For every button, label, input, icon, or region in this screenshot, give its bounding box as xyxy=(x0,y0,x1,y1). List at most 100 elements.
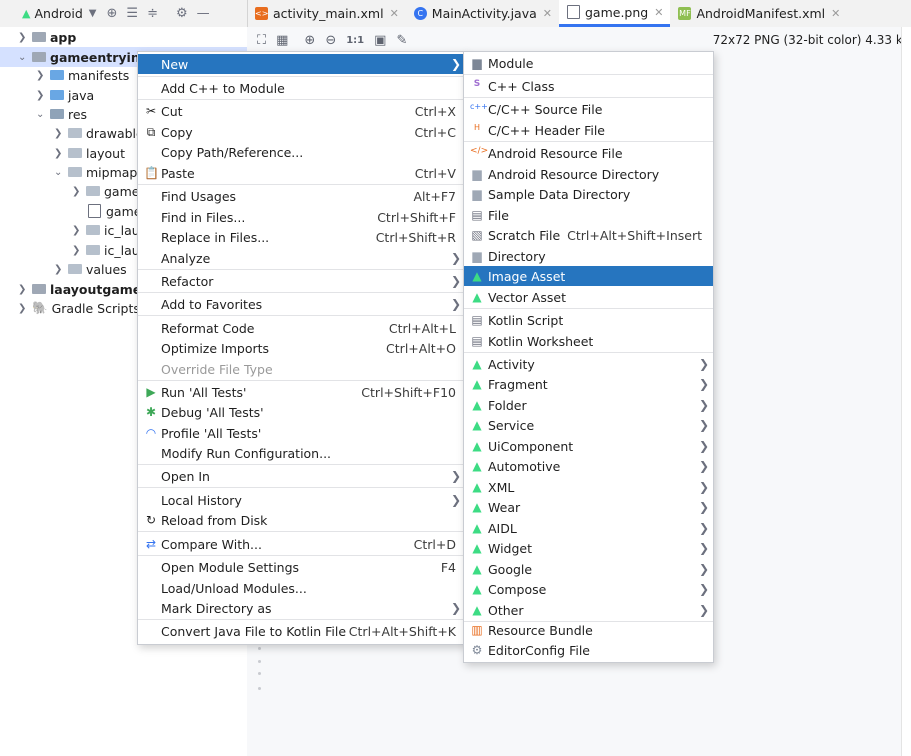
menu-item-load-unload-modules[interactable]: Load/Unload Modules... xyxy=(138,578,465,598)
chevron-right-icon[interactable]: ❯ xyxy=(54,128,66,139)
tree-item-ic-launcher[interactable]: ❯ ic_lau xyxy=(72,220,140,240)
submenu-item-cpp-class[interactable]: S C++ Class xyxy=(464,76,713,96)
submenu-item-aidl[interactable]: ▲ AIDL ❯ xyxy=(464,518,713,538)
chevron-right-icon[interactable]: ❯ xyxy=(72,225,84,236)
submenu-item-editorconfig[interactable]: ⚙ EditorConfig File xyxy=(464,640,713,660)
grid-icon[interactable]: ▦ xyxy=(276,33,288,48)
chevron-down-icon[interactable]: ⌄ xyxy=(36,109,48,120)
menu-item-convert-to-kotlin[interactable]: Convert Java File to Kotlin File Ctrl+Alt… xyxy=(138,621,465,641)
submenu-item-fragment[interactable]: ▲ Fragment ❯ xyxy=(464,374,713,394)
submenu-item-module[interactable]: ▆ Module xyxy=(464,53,713,73)
submenu-item-file[interactable]: ▤ File xyxy=(464,205,713,225)
menu-item-run-all-tests[interactable]: ▶ Run 'All Tests' Ctrl+Shift+F10 xyxy=(138,382,465,402)
submenu-item-google[interactable]: ▲ Google ❯ xyxy=(464,559,713,579)
tree-item-layout[interactable]: ❯ layout xyxy=(54,143,125,163)
submenu-item-kotlin-worksheet[interactable]: ▤ Kotlin Worksheet xyxy=(464,331,713,351)
tree-item-mipmap[interactable]: ⌄ mipmap xyxy=(54,162,137,182)
menu-item-optimize-imports[interactable]: Optimize Imports Ctrl+Alt+O xyxy=(138,338,465,358)
actual-size-icon[interactable]: 1:1 xyxy=(346,35,364,46)
menu-item-local-history[interactable]: Local History ❯ xyxy=(138,490,465,510)
submenu-item-android-resource-file[interactable]: </> Android Resource File xyxy=(464,143,713,163)
close-icon[interactable]: ✕ xyxy=(654,6,663,19)
submenu-item-service[interactable]: ▲ Service ❯ xyxy=(464,415,713,435)
menu-item-modify-run-config[interactable]: Modify Run Configuration... xyxy=(138,443,465,463)
tab-game-png[interactable]: game.png ✕ xyxy=(558,0,671,27)
submenu-item-resource-bundle[interactable]: ▥ Resource Bundle xyxy=(464,620,713,640)
menu-item-copy-path[interactable]: Copy Path/Reference... xyxy=(138,142,465,162)
tree-item-app[interactable]: ❯ app xyxy=(18,27,76,47)
menu-item-compare-with[interactable]: ⇄ Compare With... Ctrl+D xyxy=(138,534,465,554)
submenu-item-wear[interactable]: ▲ Wear ❯ xyxy=(464,497,713,517)
submenu-item-xml[interactable]: ▲ XML ❯ xyxy=(464,477,713,497)
minimize-icon[interactable]: — xyxy=(197,6,210,21)
menu-item-debug-all-tests[interactable]: ✱ Debug 'All Tests' xyxy=(138,402,465,422)
menu-item-find-usages[interactable]: Find Usages Alt+F7 xyxy=(138,186,465,206)
zoom-out-icon[interactable]: ⊖ xyxy=(325,33,336,48)
tree-item-drawable[interactable]: ❯ drawable xyxy=(54,123,144,143)
right-scrollbar[interactable] xyxy=(901,27,911,756)
chevron-right-icon[interactable]: ❯ xyxy=(54,148,66,159)
submenu-item-vector-asset[interactable]: ▲ Vector Asset xyxy=(464,287,713,307)
expand-icon[interactable]: ≑ xyxy=(147,6,158,21)
fit-icon[interactable]: ⛶ xyxy=(257,33,266,48)
menu-item-cut[interactable]: ✂ Cut Ctrl+X xyxy=(138,101,465,121)
submenu-item-sample-data-directory[interactable]: ▆ Sample Data Directory xyxy=(464,184,713,204)
menu-item-mark-directory[interactable]: Mark Directory as ❯ xyxy=(138,598,465,618)
submenu-item-folder[interactable]: ▲ Folder ❯ xyxy=(464,395,713,415)
close-icon[interactable]: ✕ xyxy=(831,7,840,20)
menu-item-open-in[interactable]: Open In ❯ xyxy=(138,466,465,486)
tab-activity-main-xml[interactable]: <> activity_main.xml ✕ xyxy=(247,0,406,27)
chessboard-icon[interactable]: ▣ xyxy=(374,33,386,48)
tree-item-game-file[interactable]: game xyxy=(86,201,141,221)
tree-item-laayoutgame[interactable]: ❯ laayoutgame xyxy=(18,279,141,299)
target-icon[interactable]: ⊕ xyxy=(107,6,118,21)
menu-item-module-settings[interactable]: Open Module Settings F4 xyxy=(138,557,465,577)
tab-main-activity-java[interactable]: C MainActivity.java ✕ xyxy=(406,0,559,27)
menu-item-add-to-favorites[interactable]: Add to Favorites ❯ xyxy=(138,294,465,314)
chevron-right-icon[interactable]: ❯ xyxy=(54,264,66,275)
tree-item-java[interactable]: ❯ java xyxy=(36,85,94,105)
submenu-item-activity[interactable]: ▲ Activity ❯ xyxy=(464,354,713,374)
chevron-right-icon[interactable]: ❯ xyxy=(18,284,30,295)
tree-item-gradle-scripts[interactable]: ❯ 🐘 Gradle Scripts xyxy=(18,298,140,318)
submenu-item-kotlin-script[interactable]: ▤ Kotlin Script xyxy=(464,310,713,330)
chevron-right-icon[interactable]: ❯ xyxy=(72,245,84,256)
collapse-icon[interactable]: ☰ xyxy=(126,6,138,21)
gear-icon[interactable]: ⚙ xyxy=(176,6,188,21)
menu-item-reload-from-disk[interactable]: ↻ Reload from Disk xyxy=(138,510,465,530)
menu-item-reformat-code[interactable]: Reformat Code Ctrl+Alt+L xyxy=(138,318,465,338)
submenu-item-uicomponent[interactable]: ▲ UiComponent ❯ xyxy=(464,436,713,456)
menu-item-analyze[interactable]: Analyze ❯ xyxy=(138,248,465,268)
submenu-item-scratch-file[interactable]: ▧ Scratch File Ctrl+Alt+Shift+Insert xyxy=(464,225,713,245)
chevron-right-icon[interactable]: ❯ xyxy=(72,186,84,197)
chevron-down-icon[interactable]: ⌄ xyxy=(54,167,66,178)
tree-item-ic-launcher-round[interactable]: ❯ ic_lau xyxy=(72,240,140,260)
submenu-item-other[interactable]: ▲ Other ❯ xyxy=(464,600,713,620)
zoom-in-icon[interactable]: ⊕ xyxy=(304,33,315,48)
project-view-selector[interactable]: ▲ Android ▼ xyxy=(22,6,97,21)
submenu-item-widget[interactable]: ▲ Widget ❯ xyxy=(464,538,713,558)
tree-item-game-folder[interactable]: ❯ game xyxy=(72,181,139,201)
menu-item-add-cpp[interactable]: Add C++ to Module xyxy=(138,78,465,98)
submenu-item-compose[interactable]: ▲ Compose ❯ xyxy=(464,579,713,599)
menu-item-replace-in-files[interactable]: Replace in Files... Ctrl+Shift+R xyxy=(138,227,465,247)
chevron-right-icon[interactable]: ❯ xyxy=(18,32,30,43)
chevron-down-icon[interactable]: ⌄ xyxy=(18,52,30,63)
dropdown-icon[interactable]: ▼ xyxy=(89,8,97,19)
submenu-item-cpp-header[interactable]: H C/C++ Header File xyxy=(464,120,713,140)
tab-android-manifest[interactable]: MF AndroidManifest.xml ✕ xyxy=(670,0,847,27)
chevron-right-icon[interactable]: ❯ xyxy=(36,70,48,81)
submenu-item-android-resource-directory[interactable]: ▆ Android Resource Directory xyxy=(464,164,713,184)
tree-item-values[interactable]: ❯ values xyxy=(54,259,127,279)
menu-item-paste[interactable]: 📋 Paste Ctrl+V xyxy=(138,163,465,183)
submenu-item-directory[interactable]: ▆ Directory xyxy=(464,246,713,266)
submenu-item-automotive[interactable]: ▲ Automotive ❯ xyxy=(464,456,713,476)
close-icon[interactable]: ✕ xyxy=(390,7,399,20)
menu-item-copy[interactable]: ⧉ Copy Ctrl+C xyxy=(138,122,465,142)
menu-item-new[interactable]: New ❯ xyxy=(138,54,465,74)
chevron-right-icon[interactable]: ❯ xyxy=(18,303,30,314)
menu-item-refactor[interactable]: Refactor ❯ xyxy=(138,271,465,291)
menu-item-find-in-files[interactable]: Find in Files... Ctrl+Shift+F xyxy=(138,207,465,227)
close-icon[interactable]: ✕ xyxy=(543,7,552,20)
tree-item-res[interactable]: ⌄ res xyxy=(36,104,87,124)
